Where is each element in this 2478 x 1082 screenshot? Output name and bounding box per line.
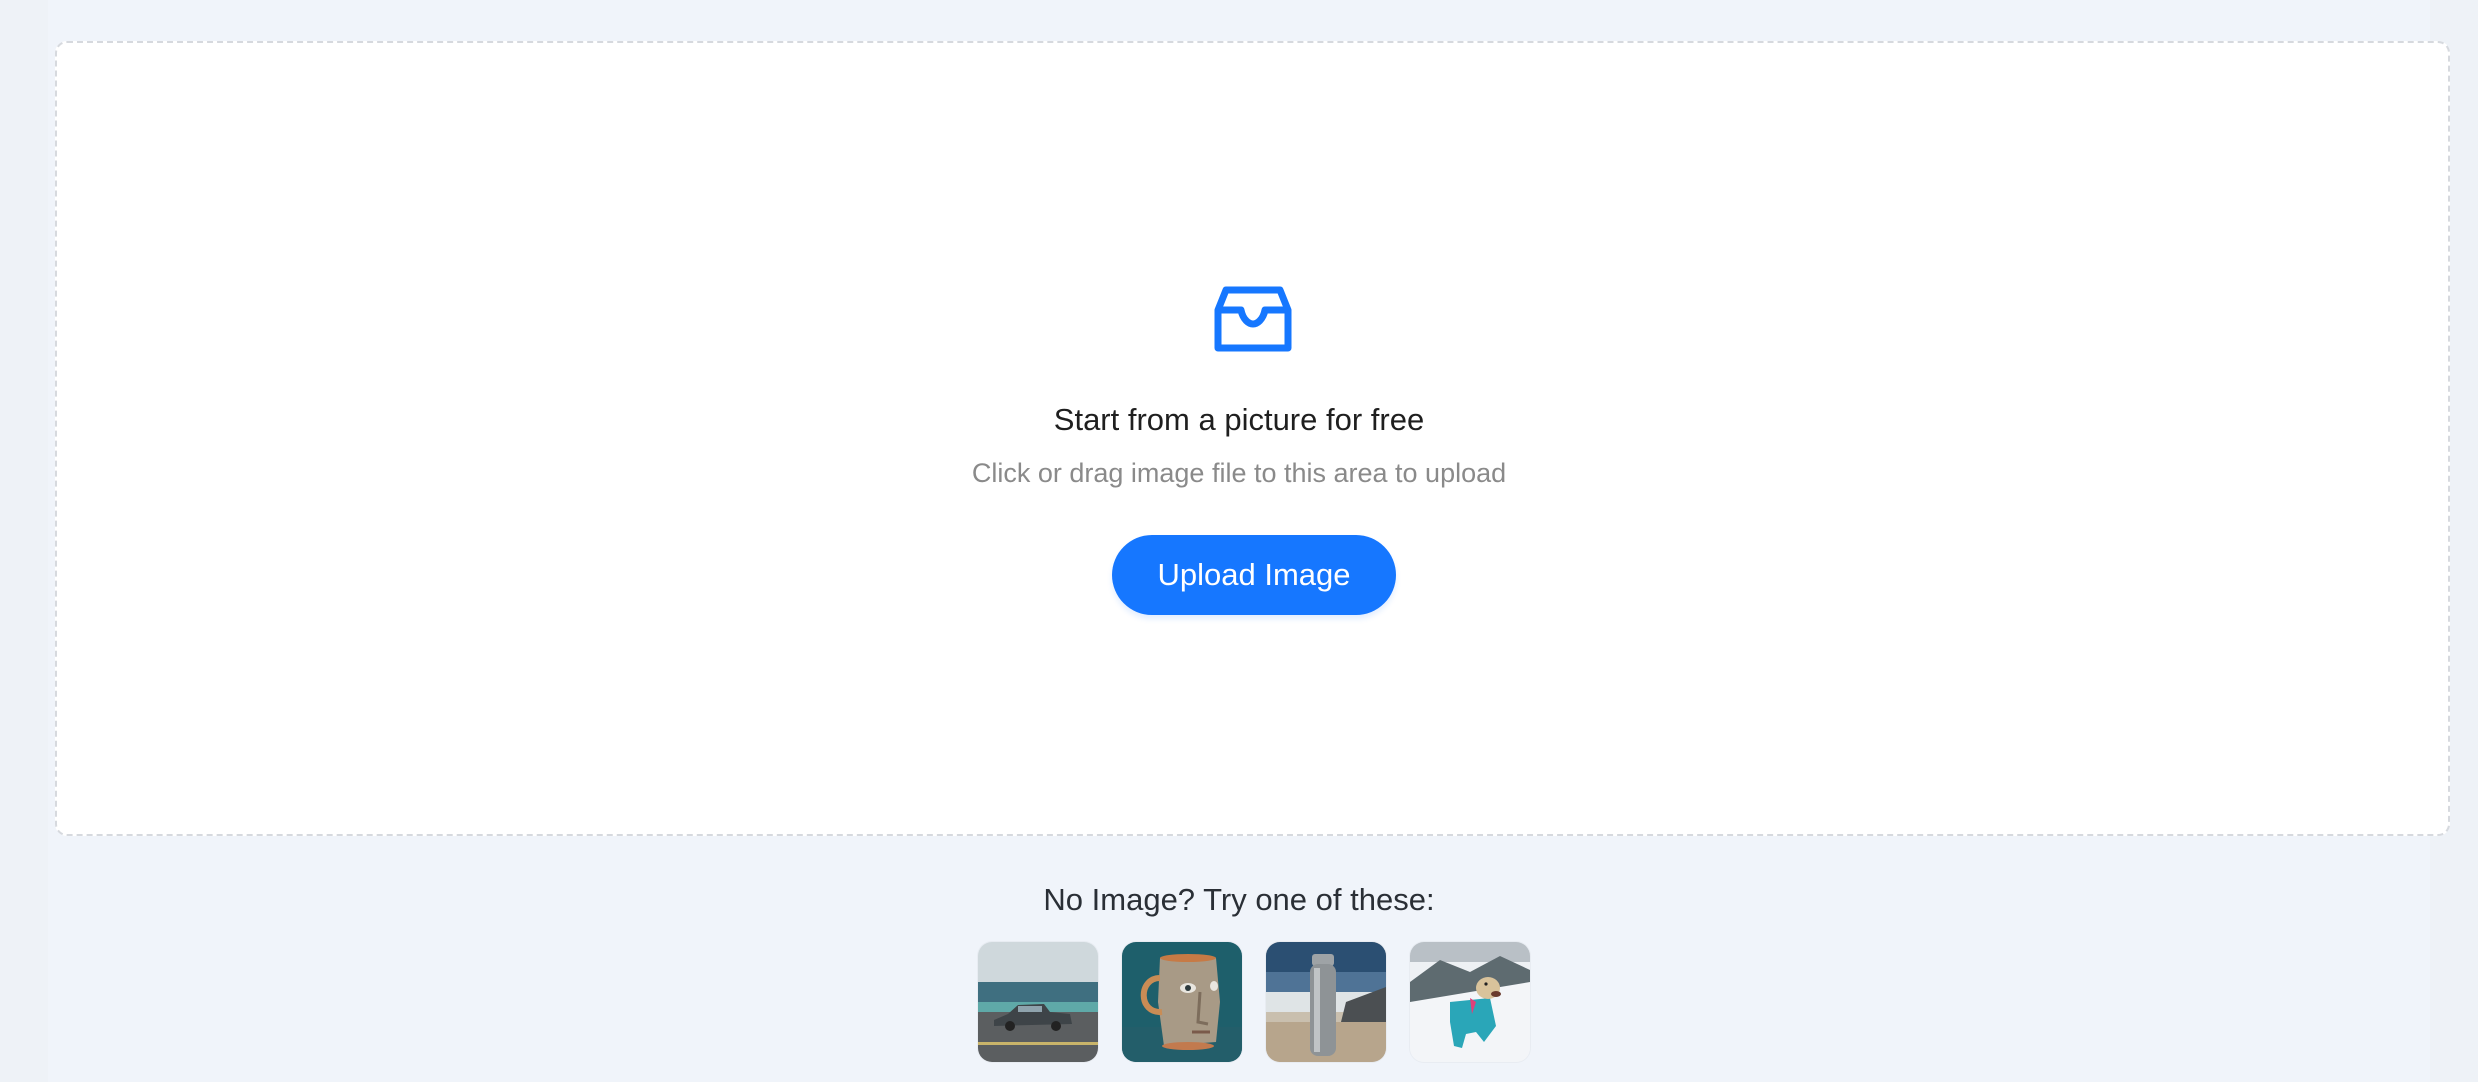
upload-title: Start from a picture for free — [1053, 402, 1425, 437]
sample-dog-image — [1410, 942, 1530, 1062]
sample-thumbnail-bottle[interactable] — [1266, 942, 1386, 1062]
sample-thumbnail-dog[interactable] — [1410, 942, 1530, 1062]
inbox-icon — [1214, 276, 1292, 354]
upload-image-button[interactable]: Upload Image — [1112, 535, 1396, 615]
sample-thumbnails — [978, 942, 1530, 1062]
sample-bottle-image — [1266, 942, 1386, 1062]
sample-car-image — [978, 942, 1098, 1062]
sample-thumbnail-mug[interactable] — [1122, 942, 1242, 1062]
upload-hint: Click or drag image file to this area to… — [971, 458, 1507, 488]
samples-label: No Image? Try one of these: — [1043, 882, 1435, 917]
sample-mug-image — [1122, 942, 1242, 1062]
sample-thumbnail-car[interactable] — [978, 942, 1098, 1062]
